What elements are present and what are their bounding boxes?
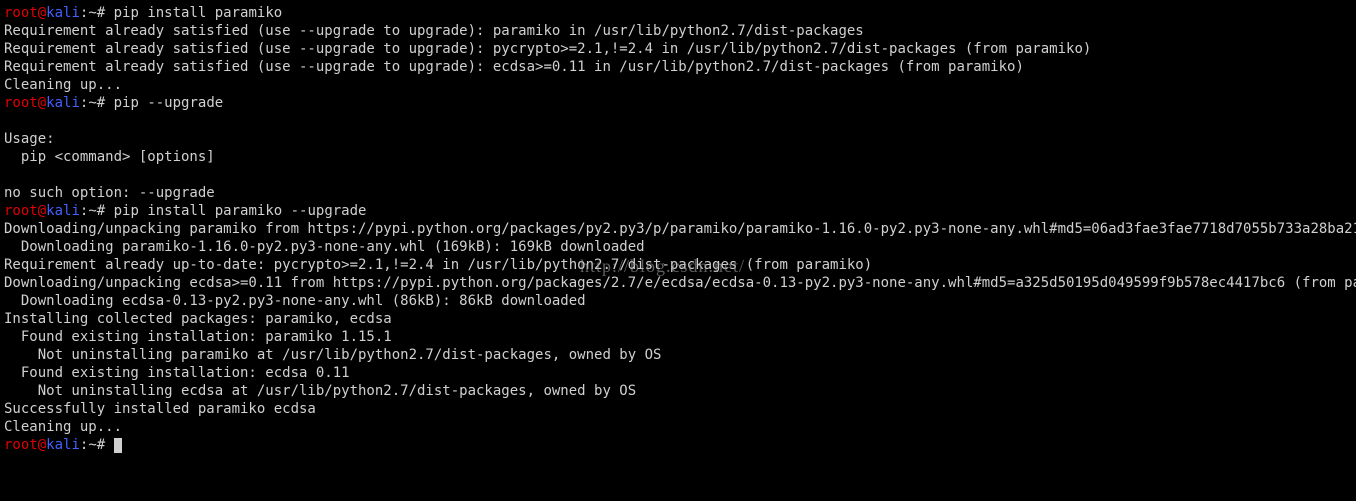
prompt-at: @ <box>38 95 46 111</box>
prompt-path: ~ <box>88 5 96 21</box>
prompt-user: root <box>4 437 38 453</box>
output-line: Cleaning up... <box>4 77 122 93</box>
output-line: Installing collected packages: paramiko,… <box>4 311 392 327</box>
prompt-hash: # <box>97 203 114 219</box>
output-line: Cleaning up... <box>4 419 122 435</box>
watermark: http://blog.csdn.net/ <box>580 256 745 277</box>
output-line: pip <command> [options] <box>4 149 215 165</box>
output-line: Downloading ecdsa-0.13-py2.py3-none-any.… <box>4 293 586 309</box>
output-line: Found existing installation: ecdsa 0.11 <box>4 365 350 381</box>
prompt-at: @ <box>38 203 46 219</box>
output-line: Downloading paramiko-1.16.0-py2.py3-none… <box>4 239 645 255</box>
output-line: Requirement already satisfied (use --upg… <box>4 41 1091 57</box>
command-2: pip --upgrade <box>114 95 224 111</box>
output-line: Not uninstalling ecdsa at /usr/lib/pytho… <box>4 383 636 399</box>
prompt-host: kali <box>46 437 80 453</box>
output-line: no such option: --upgrade <box>4 185 215 201</box>
prompt-hash: # <box>97 437 114 453</box>
prompt-user: root <box>4 203 38 219</box>
prompt-host: kali <box>46 5 80 21</box>
prompt-host: kali <box>46 203 80 219</box>
terminal[interactable]: root@kali:~# pip install paramiko Requir… <box>0 0 1356 501</box>
prompt-at: @ <box>38 5 46 21</box>
prompt-host: kali <box>46 95 80 111</box>
prompt-hash: # <box>97 5 114 21</box>
output-line: Downloading/unpacking paramiko from http… <box>4 221 1356 237</box>
prompt-path: ~ <box>88 437 96 453</box>
prompt-path: ~ <box>88 95 96 111</box>
output-line: Downloading/unpacking ecdsa>=0.11 from h… <box>4 275 1356 291</box>
cursor <box>114 438 122 453</box>
command-1: pip install paramiko <box>114 5 283 21</box>
output-line: Usage: <box>4 131 55 147</box>
output-line: Requirement already satisfied (use --upg… <box>4 23 864 39</box>
output-line: Found existing installation: paramiko 1.… <box>4 329 392 345</box>
prompt-user: root <box>4 5 38 21</box>
output-line: Requirement already satisfied (use --upg… <box>4 59 1024 75</box>
command-3: pip install paramiko --upgrade <box>114 203 367 219</box>
output-line: Not uninstalling paramiko at /usr/lib/py… <box>4 347 661 363</box>
prompt-hash: # <box>97 95 114 111</box>
output-line: Successfully installed paramiko ecdsa <box>4 401 316 417</box>
prompt-path: ~ <box>88 203 96 219</box>
prompt-at: @ <box>38 437 46 453</box>
prompt-user: root <box>4 95 38 111</box>
